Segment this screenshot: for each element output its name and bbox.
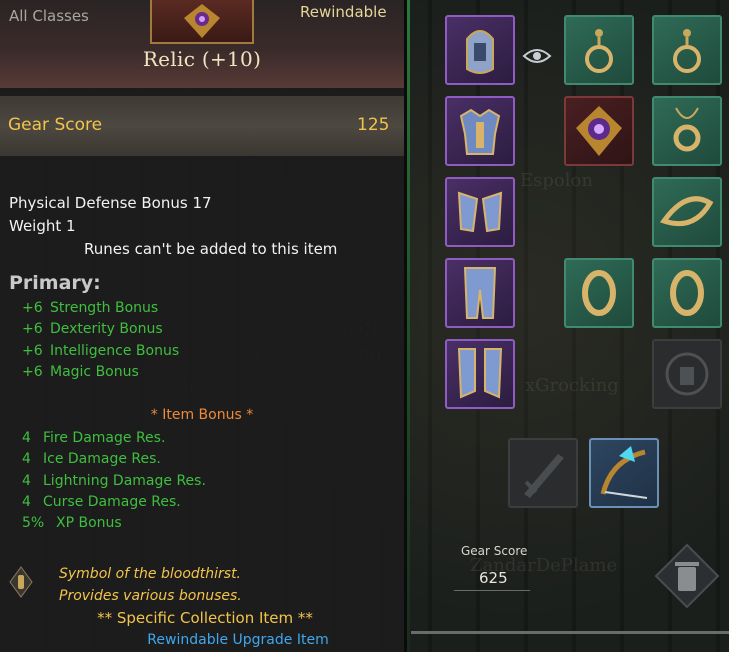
bonus-value: 4 (22, 430, 31, 446)
item-bonus-row: 5% XP Bonus (22, 515, 122, 531)
bracelet-slot[interactable] (652, 177, 722, 247)
relic-thumbnail (150, 0, 254, 44)
ring-icon (582, 270, 616, 316)
horizontal-scrollbar[interactable] (411, 631, 729, 634)
weapon-slot[interactable] (508, 438, 578, 508)
bracelet-icon (659, 196, 714, 227)
bonus-value: 4 (22, 473, 31, 489)
bonus-label: Dexterity Bonus (50, 321, 163, 337)
relic-icon (576, 106, 622, 156)
physical-defense-stat: Physical Defense Bonus 17 (9, 194, 212, 212)
item-bonus-row: 4 Ice Damage Res. (22, 451, 161, 467)
eye-icon[interactable] (522, 46, 552, 66)
bonus-label: Fire Damage Res. (43, 430, 166, 446)
helmet-icon (466, 30, 494, 74)
gloves-slot[interactable] (445, 177, 515, 247)
bonus-value: +6 (22, 343, 43, 359)
runes-note: Runes can't be added to this item (84, 240, 338, 258)
helmet-slot[interactable] (445, 15, 515, 85)
primary-bonus-row: +6 Intelligence Bonus (22, 343, 179, 359)
tooltip-header: All Classes Rewindable Relic (+10) (0, 0, 404, 92)
upgrade-note: Rewindable Upgrade Item (147, 632, 329, 648)
item-bonus-row: 4 Curse Damage Res. (22, 494, 181, 510)
bonus-value: +6 (22, 321, 43, 337)
item-bonus-title: * Item Bonus * (150, 407, 254, 423)
primary-bonus-row: +6 Strength Bonus (22, 300, 158, 316)
bonus-label: Lightning Damage Res. (43, 473, 206, 489)
necklace-icon (673, 107, 701, 152)
scroll-icon (9, 566, 33, 598)
primary-bonus-row: +6 Magic Bonus (22, 364, 139, 380)
primary-bonus-row: +6 Dexterity Bonus (22, 321, 163, 337)
chest-armor-icon (459, 108, 501, 155)
bonus-value: 4 (22, 494, 31, 510)
bow-icon (600, 446, 648, 499)
bonus-value: 4 (22, 451, 31, 467)
gear-score-label: Gear Score (8, 115, 103, 135)
background-text: xGrocking (525, 375, 619, 396)
leggings-icon (463, 267, 497, 319)
bonus-label: XP Bonus (56, 515, 122, 531)
bonus-label: Strength Bonus (50, 300, 159, 316)
boots-slot[interactable] (445, 339, 515, 409)
background-text: Espolon (520, 170, 593, 191)
sword-icon (524, 454, 564, 498)
description-line: Symbol of the bloodthirst. (59, 566, 242, 582)
description-line: Provides various bonuses. (59, 588, 242, 604)
trash-icon[interactable] (654, 543, 720, 609)
gear-score-bar: Gear Score 125 (0, 96, 404, 156)
item-tooltip: All Classes Rewindable Relic (+10) Gear … (0, 0, 407, 652)
item-name: Relic (+10) (142, 47, 262, 71)
bonus-value: +6 (22, 300, 43, 316)
ring-left-slot[interactable] (564, 258, 634, 328)
gear-score-value: 125 (357, 115, 390, 135)
equipment-gear-score-value: 625 (479, 569, 508, 587)
locked-slot-icon (665, 352, 709, 396)
ring-right-slot[interactable] (652, 258, 722, 328)
leggings-slot[interactable] (445, 258, 515, 328)
bonus-value: +6 (22, 364, 43, 380)
earring-left-slot[interactable] (564, 15, 634, 85)
boots-icon (457, 348, 503, 399)
relic-slot[interactable] (564, 96, 634, 166)
bonus-label: Ice Damage Res. (43, 451, 161, 467)
class-label: All Classes (9, 7, 89, 25)
primary-title: Primary: (9, 272, 101, 294)
earring-icon (585, 29, 613, 73)
rewindable-label: Rewindable (300, 3, 387, 21)
ring-icon (670, 270, 704, 316)
header-divider (0, 88, 404, 92)
item-bonus-row: 4 Fire Damage Res. (22, 430, 165, 446)
bonus-value: 5% (22, 515, 45, 531)
item-bonus-row: 4 Lightning Damage Res. (22, 473, 206, 489)
earring-right-slot[interactable] (652, 15, 722, 85)
bonus-label: Curse Damage Res. (43, 494, 181, 510)
bonus-label: Intelligence Bonus (50, 343, 180, 359)
bonus-label: Magic Bonus (50, 364, 139, 380)
chest-armor-slot[interactable] (445, 96, 515, 166)
weight-stat: Weight 1 (9, 217, 76, 235)
collection-note: ** Specific Collection Item ** (97, 609, 313, 627)
equipment-gear-score-label: Gear Score (461, 544, 528, 558)
locked-slot[interactable] (652, 339, 722, 409)
bow-slot[interactable] (589, 438, 659, 508)
earring-icon (673, 29, 701, 73)
relic-icon (184, 4, 220, 38)
gear-score-divider (454, 590, 530, 591)
necklace-slot[interactable] (652, 96, 722, 166)
gloves-icon (457, 191, 503, 233)
